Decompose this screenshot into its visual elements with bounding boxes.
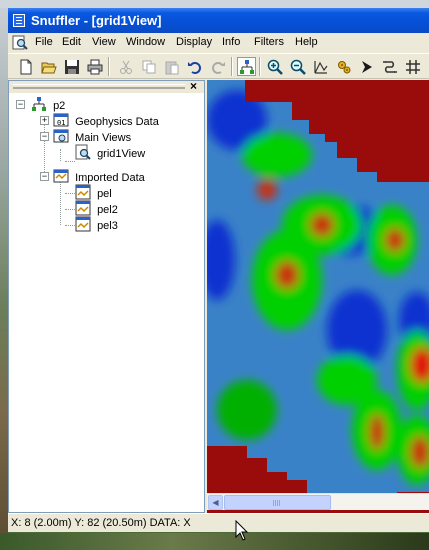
open-icon[interactable] <box>39 57 58 76</box>
toolbar <box>8 53 429 79</box>
tree-node-label: pel3 <box>97 220 118 232</box>
tree-close-button[interactable]: × <box>190 80 197 92</box>
tree-line <box>65 193 75 194</box>
imported-folder-icon <box>53 169 69 183</box>
tree-node-pel2[interactable]: pel2 <box>75 200 118 216</box>
menu-filters[interactable]: Filters <box>254 36 284 48</box>
settings-icon[interactable] <box>334 57 353 76</box>
paste-icon[interactable] <box>162 57 181 76</box>
app-window: Snuffler - [grid1View] File Edit View Wi… <box>8 8 429 532</box>
tree-node-imported-data[interactable]: Imported Data <box>53 168 145 184</box>
expand-toggle[interactable]: + <box>40 116 49 125</box>
menu-view[interactable]: View <box>92 36 116 48</box>
dataset-icon <box>75 184 91 200</box>
tree-pane-header[interactable]: × <box>9 80 204 93</box>
tree-line <box>65 161 75 162</box>
tree-node-label: grid1View <box>97 148 146 160</box>
menu-file[interactable]: File <box>35 36 53 48</box>
tree-node-pel[interactable]: pel <box>75 184 112 200</box>
undo-icon[interactable] <box>185 57 204 76</box>
tree-node-main-views[interactable]: Main Views <box>53 128 131 144</box>
print-icon[interactable] <box>85 57 104 76</box>
cut-icon[interactable] <box>116 57 135 76</box>
zoom-in-icon[interactable] <box>265 57 284 76</box>
svg-text:01: 01 <box>57 119 65 127</box>
menu-edit[interactable]: Edit <box>62 36 81 48</box>
collapse-toggle[interactable]: − <box>16 100 25 109</box>
title-bar[interactable]: Snuffler - [grid1View] <box>8 8 429 33</box>
dataset-icon <box>75 216 91 232</box>
tree-line <box>60 149 61 161</box>
link-icon[interactable] <box>380 57 399 76</box>
new-icon[interactable] <box>16 57 35 76</box>
grid-heatmap-view[interactable] <box>207 80 429 513</box>
cursor-position-readout: X: 8 (2.00m) Y: 82 (20.50m) DATA: X <box>11 517 191 529</box>
tree-line <box>65 225 75 226</box>
redo-icon[interactable] <box>208 57 227 76</box>
grid-icon[interactable] <box>403 57 422 76</box>
tree-node-label: p2 <box>53 100 66 112</box>
desktop-background-top <box>0 0 429 8</box>
tree-node-geophysics-data[interactable]: 01 Geophysics Data <box>53 112 159 128</box>
data-folder-icon: 01 <box>53 113 69 127</box>
document-view-icon[interactable] <box>12 35 28 50</box>
app-icon[interactable] <box>13 14 25 27</box>
triangle-icon[interactable] <box>311 57 330 76</box>
collapse-toggle[interactable]: − <box>40 172 49 181</box>
window-title: Snuffler - [grid1View] <box>31 13 162 28</box>
tree-node-label: pel <box>97 188 112 200</box>
menu-info[interactable]: Info <box>222 36 240 48</box>
tree-icon[interactable] <box>237 57 256 76</box>
project-tree-pane: × − p2 + 01 Geophysics Data − Main Views <box>8 80 205 513</box>
toolbar-separator <box>259 57 261 76</box>
desktop-background-left <box>0 8 8 550</box>
tree-line <box>65 209 75 210</box>
menu-window[interactable]: Window <box>126 36 165 48</box>
scroll-thumb[interactable] <box>224 495 331 510</box>
menu-display[interactable]: Display <box>176 36 212 48</box>
tree-node-label: Geophysics Data <box>75 116 159 128</box>
toolbar-separator <box>108 57 110 76</box>
tree-node-label: Imported Data <box>75 172 145 184</box>
grid-view-icon <box>75 144 91 160</box>
mouse-pointer-icon <box>235 520 249 541</box>
collapse-toggle[interactable]: − <box>40 132 49 141</box>
save-icon[interactable] <box>62 57 81 76</box>
desktop-background-bottom <box>0 533 429 550</box>
tree-line <box>60 181 61 225</box>
zoom-out-icon[interactable] <box>288 57 307 76</box>
horizontal-scrollbar[interactable]: ◀ <box>207 493 429 510</box>
status-bar: X: 8 (2.00m) Y: 82 (20.50m) DATA: X <box>8 513 429 532</box>
scroll-left-icon[interactable]: ◀ <box>208 495 223 510</box>
tree-node-label: pel2 <box>97 204 118 216</box>
menu-bar: File Edit View Window Display Info Filte… <box>8 33 429 52</box>
geophysics-grid-image <box>207 80 429 513</box>
project-tree-icon <box>32 97 46 111</box>
tree-node-grid1view[interactable]: grid1View <box>75 144 145 160</box>
tree-node-label: Main Views <box>75 132 132 144</box>
toolbar-separator <box>231 57 233 76</box>
menu-help[interactable]: Help <box>295 36 318 48</box>
arrow-icon[interactable] <box>357 57 376 76</box>
tree-node-pel3[interactable]: pel3 <box>75 216 118 232</box>
copy-icon[interactable] <box>139 57 158 76</box>
views-folder-icon <box>53 129 69 143</box>
dataset-icon <box>75 200 91 216</box>
tree-node-root[interactable]: p2 <box>31 96 65 112</box>
tree-pane-grip[interactable] <box>13 84 185 89</box>
tree-line <box>44 117 45 176</box>
